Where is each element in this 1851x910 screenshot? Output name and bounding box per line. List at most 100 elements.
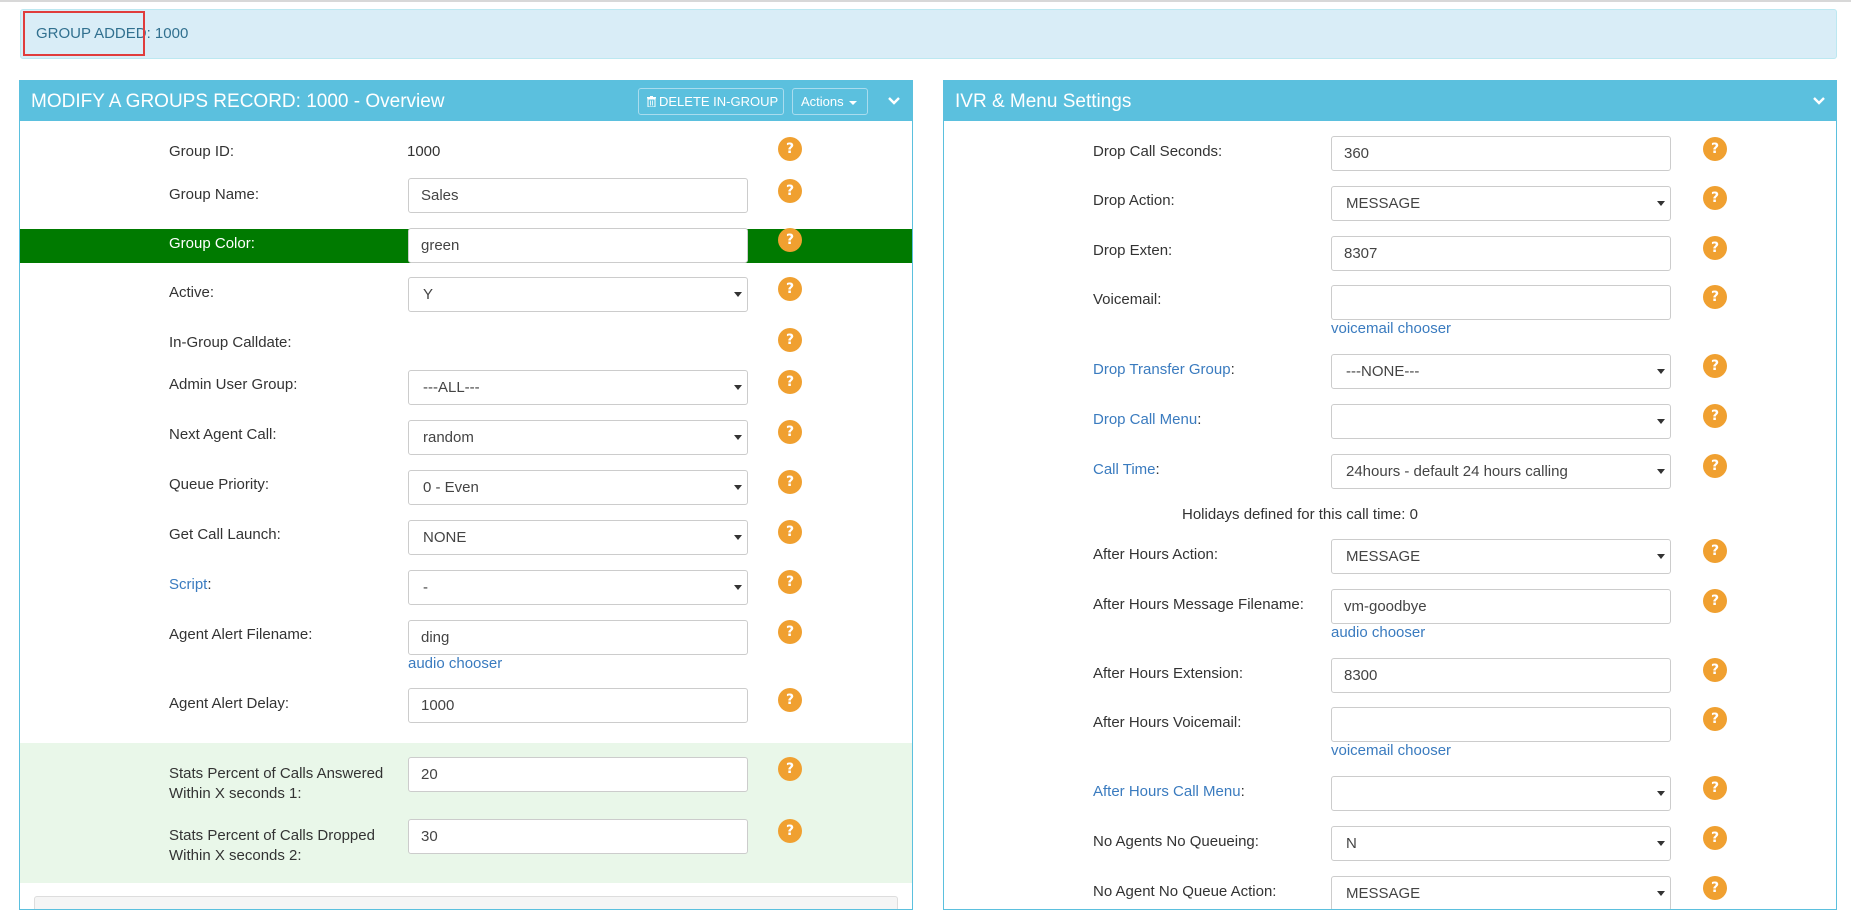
group-added-alert: GROUP ADDED: 1000 (20, 9, 1837, 59)
call-time-link[interactable]: Call Time (1093, 461, 1156, 478)
queue-priority-select[interactable]: 0 - Even (408, 470, 748, 505)
next-subpanel-header (34, 896, 898, 909)
no-agent-no-queue-action-value: MESSAGE (1346, 885, 1421, 902)
after-hours-voicemail-label: After Hours Voicemail: (1093, 714, 1242, 731)
after-hours-call-menu-link[interactable]: After Hours Call Menu (1093, 783, 1241, 800)
help-icon[interactable]: ? (778, 688, 802, 712)
drop-call-menu-link[interactable]: Drop Call Menu (1093, 411, 1197, 428)
next-agent-call-select[interactable]: random (408, 420, 748, 455)
delete-in-group-button[interactable]: DELETE IN-GROUP (638, 88, 784, 115)
voicemail-chooser-link[interactable]: voicemail chooser (1331, 320, 1451, 337)
actions-dropdown-button[interactable]: Actions (792, 88, 868, 115)
drop-exten-input[interactable] (1331, 236, 1671, 271)
panel-header: MODIFY A GROUPS RECORD: 1000 - Overview … (20, 81, 912, 121)
drop-transfer-group-link[interactable]: Drop Transfer Group (1093, 361, 1231, 378)
help-icon[interactable]: ? (778, 520, 802, 544)
voicemail-input[interactable] (1331, 285, 1671, 320)
help-icon[interactable]: ? (778, 819, 802, 843)
script-select[interactable]: - (408, 570, 748, 605)
help-icon[interactable]: ? (778, 620, 802, 644)
drop-call-seconds-input[interactable] (1331, 136, 1671, 171)
help-icon[interactable]: ? (1703, 539, 1727, 563)
drop-call-menu-label-suffix: : (1197, 411, 1202, 428)
after-hours-voicemail-input[interactable] (1331, 707, 1671, 742)
help-icon[interactable]: ? (1703, 137, 1727, 161)
help-icon[interactable]: ? (778, 137, 802, 161)
help-icon[interactable]: ? (1703, 186, 1727, 210)
drop-action-select[interactable]: MESSAGE (1331, 186, 1671, 221)
actions-button-label: Actions (801, 94, 844, 109)
active-select[interactable]: Y (408, 277, 748, 312)
help-icon[interactable]: ? (778, 757, 802, 781)
chevron-down-icon[interactable] (1811, 95, 1827, 107)
after-hours-extension-input[interactable] (1331, 658, 1671, 693)
agent-alert-filename-input[interactable] (408, 620, 748, 655)
after-hours-call-menu-label-suffix: : (1240, 783, 1245, 800)
chevron-down-icon[interactable] (886, 95, 902, 107)
help-icon[interactable]: ? (1703, 876, 1727, 900)
help-icon[interactable]: ? (778, 420, 802, 444)
drop-transfer-group-label: Drop Transfer Group: (1093, 361, 1235, 378)
audio-chooser-link[interactable]: audio chooser (408, 655, 502, 672)
after-hours-call-menu-select[interactable] (1331, 776, 1671, 811)
select-arrow-icon (1657, 554, 1665, 559)
group-id-label: Group ID: (169, 143, 235, 160)
group-name-input[interactable] (408, 178, 748, 213)
after-hours-message-filename-label: After Hours Message Filename: (1093, 596, 1304, 613)
help-icon[interactable]: ? (1703, 354, 1727, 378)
help-icon[interactable]: ? (778, 470, 802, 494)
after-hours-action-select[interactable]: MESSAGE (1331, 539, 1671, 574)
stats-dropped-label-line2: Within X seconds 2: (169, 847, 302, 864)
call-time-select[interactable]: 24hours - default 24 hours calling (1331, 454, 1671, 489)
help-icon[interactable]: ? (1703, 589, 1727, 613)
select-arrow-icon (734, 292, 742, 297)
next-agent-call-label: Next Agent Call: (169, 426, 277, 443)
holidays-note: Holidays defined for this call time: 0 (1182, 506, 1418, 523)
stats-answered-input[interactable] (408, 757, 748, 792)
voicemail-chooser-link[interactable]: voicemail chooser (1331, 742, 1451, 759)
get-call-launch-label: Get Call Launch: (169, 526, 281, 543)
audio-chooser-link[interactable]: audio chooser (1331, 624, 1425, 641)
stats-dropped-input[interactable] (408, 819, 748, 854)
panel-title: IVR & Menu Settings (955, 91, 1132, 112)
select-arrow-icon (734, 585, 742, 590)
help-icon[interactable]: ? (778, 570, 802, 594)
no-agent-no-queue-action-select[interactable]: MESSAGE (1331, 876, 1671, 909)
drop-transfer-group-select[interactable]: ---NONE--- (1331, 354, 1671, 389)
highlight-box (23, 11, 145, 56)
active-select-value: Y (423, 286, 434, 303)
delete-button-label: DELETE IN-GROUP (659, 94, 779, 109)
help-icon[interactable]: ? (1703, 454, 1727, 478)
voicemail-label: Voicemail: (1093, 291, 1162, 308)
help-icon[interactable]: ? (778, 370, 802, 394)
no-agents-no-queueing-label: No Agents No Queueing: (1093, 833, 1259, 850)
help-icon[interactable]: ? (778, 277, 802, 301)
help-icon[interactable]: ? (1703, 404, 1727, 428)
queue-priority-value: 0 - Even (423, 479, 479, 496)
select-arrow-icon (734, 485, 742, 490)
drop-call-menu-select[interactable] (1331, 404, 1671, 439)
drop-call-seconds-label: Drop Call Seconds: (1093, 143, 1223, 160)
help-icon[interactable]: ? (778, 179, 802, 203)
script-link[interactable]: Script (169, 576, 207, 593)
help-icon[interactable]: ? (778, 228, 802, 252)
group-color-input[interactable] (408, 228, 748, 263)
stats-answered-label-line1: Stats Percent of Calls Answered (169, 765, 384, 782)
no-agents-no-queueing-select[interactable]: N (1331, 826, 1671, 861)
script-value: - (423, 579, 428, 596)
help-icon[interactable]: ? (1703, 707, 1727, 731)
after-hours-call-menu-label: After Hours Call Menu: (1093, 783, 1245, 800)
get-call-launch-select[interactable]: NONE (408, 520, 748, 555)
admin-user-group-select[interactable]: ---ALL--- (408, 370, 748, 405)
agent-alert-delay-input[interactable] (408, 688, 748, 723)
select-arrow-icon (1657, 369, 1665, 374)
help-icon[interactable]: ? (1703, 658, 1727, 682)
help-icon[interactable]: ? (778, 328, 802, 352)
help-icon[interactable]: ? (1703, 285, 1727, 309)
after-hours-message-filename-input[interactable] (1331, 589, 1671, 624)
help-icon[interactable]: ? (1703, 236, 1727, 260)
active-label: Active: (169, 284, 215, 301)
help-icon[interactable]: ? (1703, 826, 1727, 850)
help-icon[interactable]: ? (1703, 776, 1727, 800)
top-divider (0, 0, 1851, 2)
